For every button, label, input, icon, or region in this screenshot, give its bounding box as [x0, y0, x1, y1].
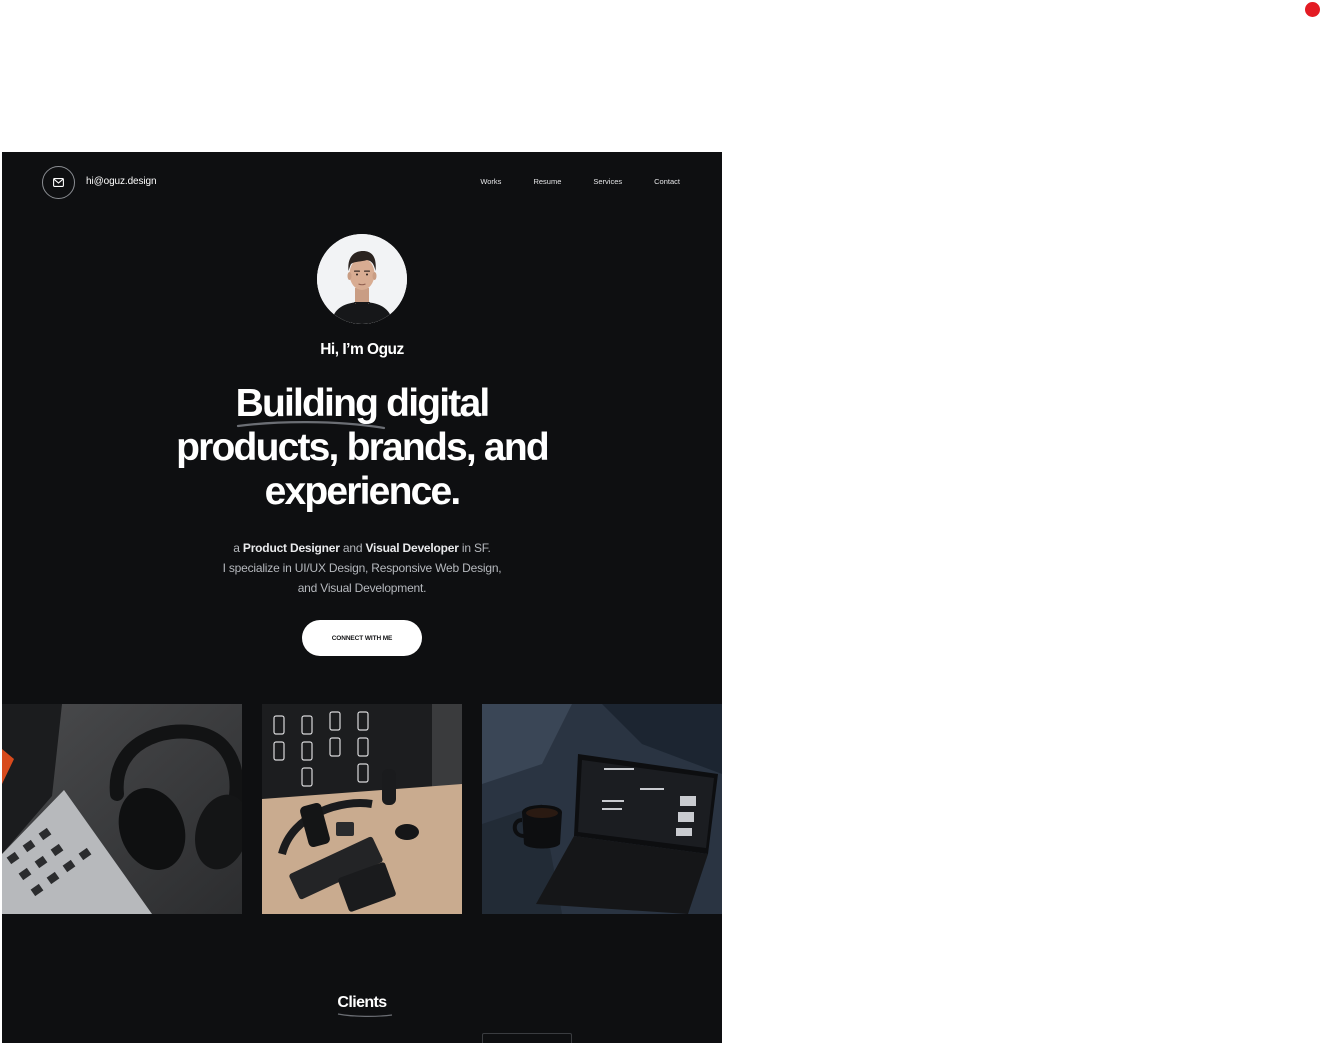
gallery-image-desk	[262, 704, 462, 914]
nav-works[interactable]: Works	[480, 177, 501, 186]
mail-icon-button[interactable]	[42, 166, 75, 199]
clients-underline	[337, 1013, 393, 1017]
mail-icon	[53, 178, 64, 187]
nav-services[interactable]: Services	[593, 177, 622, 186]
gallery-image-headphones	[2, 704, 242, 914]
main-nav: Works Resume Services Contact	[448, 177, 680, 186]
description-line-2: I specialize in UI/UX Design, Responsive…	[222, 561, 502, 575]
portfolio-page: hi@oguz.design Works Resume Services Con…	[2, 152, 722, 1043]
description-line-3: and Visual Development.	[297, 581, 427, 595]
headline-line-2: products, brands, and	[176, 426, 550, 469]
nav-contact[interactable]: Contact	[654, 177, 680, 186]
greeting: Hi, I’m Oguz	[320, 341, 404, 358]
role-visual-developer: Visual Developer	[365, 541, 459, 555]
portrait-image	[317, 234, 407, 324]
headline-line-3: experience.	[264, 470, 462, 513]
role-product-designer: Product Designer	[242, 541, 340, 555]
hero-description: a Product Designer and Visual Developer …	[2, 538, 722, 598]
avatar	[317, 234, 407, 324]
nav-resume[interactable]: Resume	[533, 177, 561, 186]
description-line-1: a Product Designer and Visual Developer …	[233, 541, 491, 555]
email-link[interactable]: hi@oguz.design	[86, 176, 157, 187]
clients-heading: Clients	[337, 994, 387, 1011]
connect-button[interactable]: CONNECT WITH ME	[302, 620, 422, 656]
client-logo-card	[482, 1033, 572, 1043]
gallery-image-laptop-coffee	[482, 704, 722, 914]
recording-indicator	[1305, 2, 1320, 17]
hero-headline: Building digital products, brands, and e…	[2, 382, 722, 514]
headline-underline	[236, 421, 386, 430]
